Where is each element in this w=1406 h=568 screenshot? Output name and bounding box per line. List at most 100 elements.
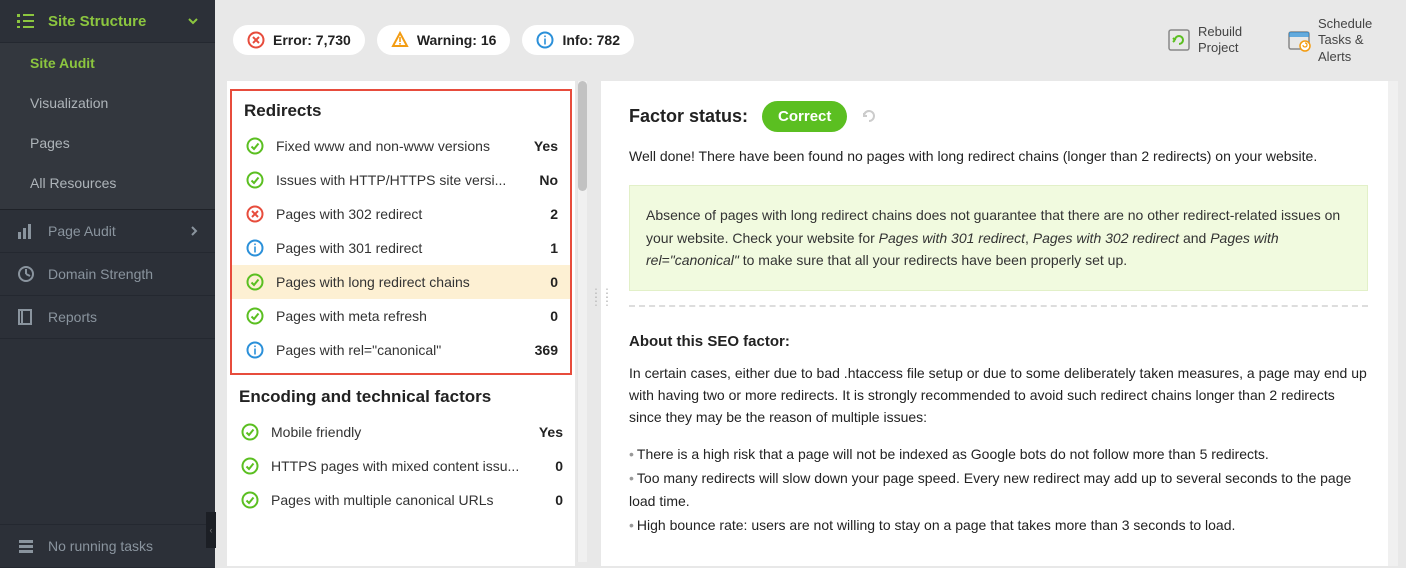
chevron-right-icon (189, 226, 199, 236)
info-icon (244, 341, 266, 359)
note-box: Absence of pages with long redirect chai… (629, 185, 1368, 290)
factor-value: 369 (535, 342, 558, 358)
separator (629, 305, 1368, 307)
sidebar-item-all-resources[interactable]: All Resources (0, 163, 215, 203)
sidebar-item-visualization[interactable]: Visualization (0, 83, 215, 123)
factor-row-selected[interactable]: Pages with long redirect chains 0 (232, 265, 570, 299)
factor-label: Pages with long redirect chains (276, 274, 550, 290)
status-chip-error[interactable]: Error: 7,730 (233, 25, 365, 55)
ok-icon (239, 491, 261, 509)
sidebar-domain-strength[interactable]: Domain Strength (0, 253, 215, 296)
ok-icon (244, 171, 266, 189)
main: Error: 7,730 Warning: 16 Info: 782 Rebui… (215, 0, 1406, 568)
right-scrollbar[interactable] (1388, 81, 1398, 562)
factor-row[interactable]: Pages with rel="canonical" 369 (232, 333, 570, 367)
chevron-down-icon (187, 15, 199, 27)
factor-row[interactable]: Pages with 302 redirect 2 (232, 197, 570, 231)
factor-value: 0 (550, 308, 558, 324)
ok-icon (244, 273, 266, 291)
info-icon (244, 239, 266, 257)
factor-label: Fixed www and non-www versions (276, 138, 534, 154)
factor-value: 2 (550, 206, 558, 222)
sidebar-subgroup: Site Audit Visualization Pages All Resou… (0, 43, 215, 210)
sidebar-reports-label: Reports (48, 309, 97, 325)
factor-value: 0 (555, 458, 563, 474)
schedule-tasks-button[interactable]: Schedule Tasks & Alerts (1286, 16, 1388, 65)
factor-row[interactable]: Fixed www and non-www versions Yes (232, 129, 570, 163)
note-c1: , (1025, 230, 1033, 246)
redirects-title: Redirects (232, 99, 570, 129)
factor-value: Yes (534, 138, 558, 154)
factor-row[interactable]: Pages with meta refresh 0 (232, 299, 570, 333)
status-chip-warning[interactable]: Warning: 16 (377, 25, 511, 55)
detail-panel: Factor status: Correct Well done! There … (601, 81, 1396, 566)
rebuild-icon (1166, 27, 1192, 53)
factor-row[interactable]: Issues with HTTP/HTTPS site versi... No (232, 163, 570, 197)
left-scrollbar-thumb[interactable] (578, 81, 587, 191)
page-audit-icon (16, 222, 36, 240)
bullet-item: Too many redirects will slow down your p… (629, 467, 1368, 515)
factor-label: Pages with 302 redirect (276, 206, 550, 222)
factor-value: 0 (555, 492, 563, 508)
topbar: Error: 7,730 Warning: 16 Info: 782 Rebui… (215, 0, 1406, 81)
factor-value: 0 (550, 274, 558, 290)
factor-row[interactable]: Pages with 301 redirect 1 (232, 231, 570, 265)
note-c2: and (1179, 230, 1210, 246)
sidebar-tasks[interactable]: No running tasks (0, 524, 215, 568)
ok-icon (239, 457, 261, 475)
encoding-title: Encoding and technical factors (227, 385, 575, 415)
sidebar-site-structure[interactable]: Site Structure (0, 0, 215, 43)
ok-icon (244, 137, 266, 155)
factor-row[interactable]: Pages with multiple canonical URLs 0 (227, 483, 575, 517)
factor-label: HTTPS pages with mixed content issu... (271, 458, 555, 474)
warning-icon (391, 31, 409, 49)
factor-row[interactable]: HTTPS pages with mixed content issu... 0 (227, 449, 575, 483)
right-scrollbar-thumb[interactable] (1388, 81, 1398, 566)
status-chip-info-label: Info: 782 (562, 32, 620, 48)
factor-label: Pages with 301 redirect (276, 240, 550, 256)
factor-row[interactable]: Mobile friendly Yes (227, 415, 575, 449)
status-chip-error-label: Error: 7,730 (273, 32, 351, 48)
about-heading: About this SEO factor: (629, 333, 1368, 350)
factor-value: No (539, 172, 558, 188)
error-icon (247, 31, 265, 49)
factor-value: Yes (539, 424, 563, 440)
factor-label: Issues with HTTP/HTTPS site versi... (276, 172, 539, 188)
panel-resize-handle[interactable]: ⋮⋮⋮⋮⋮⋮ (590, 291, 598, 315)
note-italic-1: Pages with 301 redirect (879, 230, 1025, 246)
left-scrollbar[interactable] (577, 81, 587, 562)
tasks-icon (16, 537, 36, 555)
sidebar-item-pages[interactable]: Pages (0, 123, 215, 163)
factor-label: Pages with rel="canonical" (276, 342, 535, 358)
status-badge: Correct (762, 101, 847, 132)
factor-label: Mobile friendly (271, 424, 539, 440)
sidebar: Site Structure Site Audit Visualization … (0, 0, 215, 568)
bullet-item: There is a high risk that a page will no… (629, 443, 1368, 467)
factor-value: 1 (550, 240, 558, 256)
sidebar-reports[interactable]: Reports (0, 296, 215, 339)
info-icon (536, 31, 554, 49)
sidebar-page-audit-label: Page Audit (48, 223, 116, 239)
note-italic-2: Pages with 302 redirect (1033, 230, 1179, 246)
status-chip-info[interactable]: Info: 782 (522, 25, 634, 55)
error-icon (244, 205, 266, 223)
sidebar-collapse-handle[interactable]: ‹ (206, 512, 216, 548)
ok-icon (244, 307, 266, 325)
reports-icon (16, 308, 36, 326)
refresh-icon[interactable] (861, 108, 877, 124)
sidebar-site-structure-label: Site Structure (48, 13, 146, 30)
factor-label: Pages with multiple canonical URLs (271, 492, 555, 508)
about-paragraph: In certain cases, either due to bad .hta… (629, 362, 1368, 429)
rebuild-project-label: Rebuild Project (1198, 24, 1268, 57)
rebuild-project-button[interactable]: Rebuild Project (1166, 16, 1268, 65)
sidebar-domain-strength-label: Domain Strength (48, 266, 153, 282)
sidebar-page-audit[interactable]: Page Audit (0, 210, 215, 253)
ok-icon (239, 423, 261, 441)
bullet-item: High bounce rate: users are not willing … (629, 514, 1368, 538)
sidebar-item-site-audit[interactable]: Site Audit (0, 43, 215, 83)
site-structure-icon (16, 12, 36, 30)
redirects-section: Redirects Fixed www and non-www versions… (230, 89, 572, 375)
factor-label: Pages with meta refresh (276, 308, 550, 324)
factors-panel: Redirects Fixed www and non-www versions… (227, 81, 575, 566)
schedule-tasks-label: Schedule Tasks & Alerts (1318, 16, 1388, 65)
